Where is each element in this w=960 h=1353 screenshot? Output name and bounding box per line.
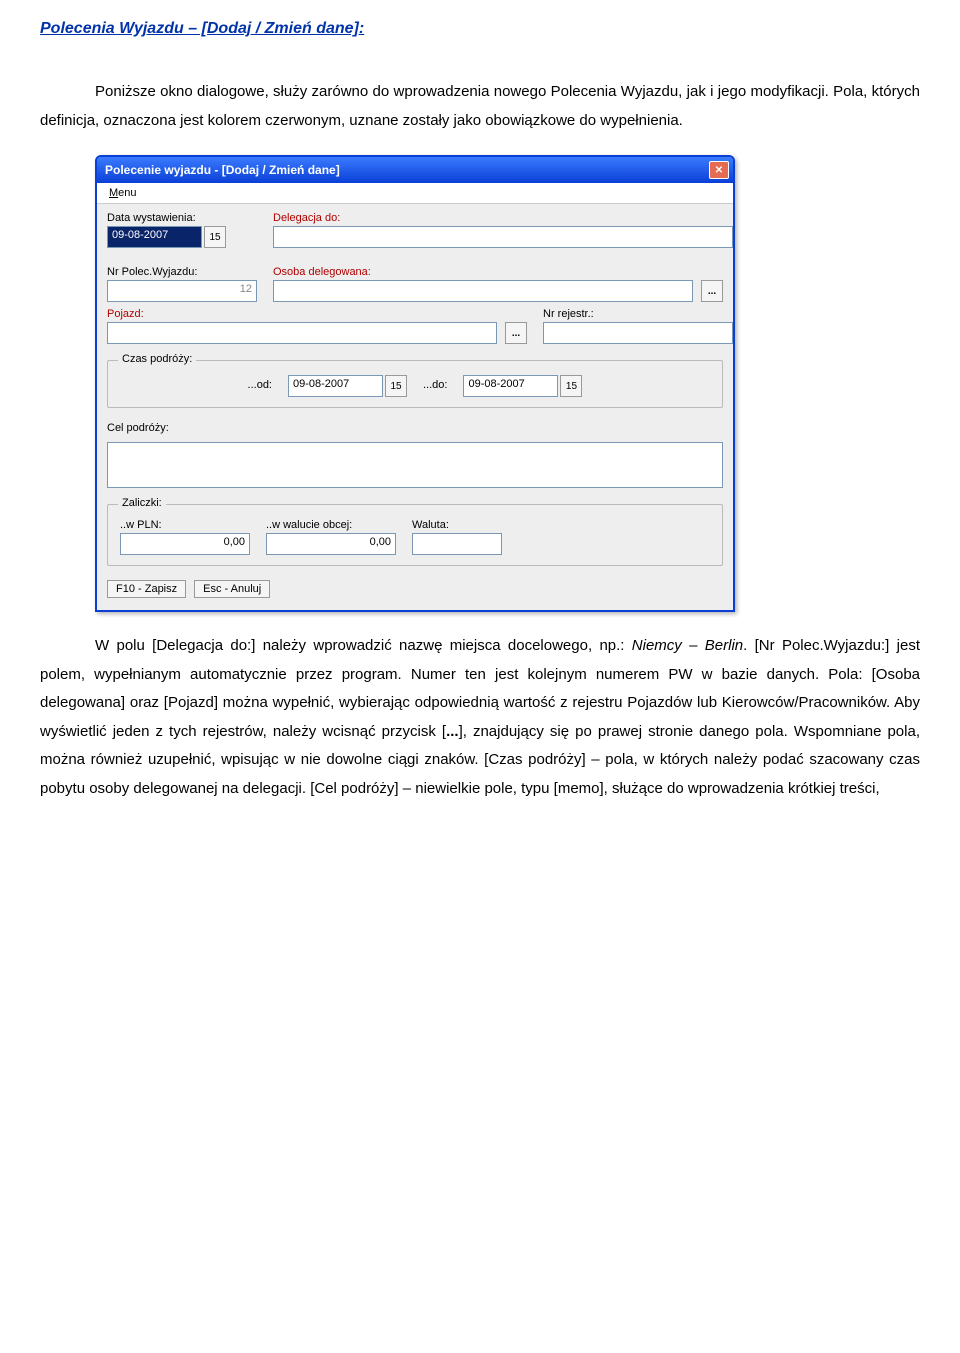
label-osoba-delegowana: Osoba delegowana: [273,266,723,278]
dialog-screenshot: Polecenie wyjazdu - [Dodaj / Zmień dane]… [95,155,735,612]
dialog-window: Polecenie wyjazdu - [Dodaj / Zmień dane]… [95,155,735,612]
row-pojazd-rejestr: Pojazd: ... Nr rejestr.: [107,308,723,344]
waluta-input[interactable] [412,533,502,555]
label-delegacja-do: Delegacja do: [273,212,723,224]
calendar-icon[interactable]: 15 [204,226,226,248]
form-body: Data wystawienia: 09-08-2007 15 Delegacj… [97,204,733,610]
close-icon[interactable]: ✕ [709,161,729,179]
w-pln-input[interactable]: 0,00 [120,533,250,555]
label-pojazd: Pojazd: [107,308,527,320]
row-nr-osoba: Nr Polec.Wyjazdu: 12 Osoba delegowana: .… [107,266,723,302]
label-w-pln: ..w PLN: [120,519,250,531]
menu-item-menu[interactable]: Menu [103,185,143,201]
label-w-walucie: ..w walucie obcej: [266,519,396,531]
example-italic: Niemcy – Berlin [632,637,743,654]
field-cel-podrozy: Cel podróży: [107,422,723,488]
cancel-button[interactable]: Esc - Anuluj [194,580,270,598]
od-date-input[interactable]: 09-08-2007 [288,375,383,397]
delegacja-do-input[interactable] [273,226,733,248]
do-date-input[interactable]: 09-08-2007 [463,375,558,397]
dialog-titlebar: Polecenie wyjazdu - [Dodaj / Zmień dane]… [97,157,733,183]
intro-paragraph: Poniższe okno dialogowe, służy zarówno d… [40,78,920,135]
dots-bold: ... [446,723,459,740]
label-data-wystawienia: Data wystawienia: [107,212,257,224]
row-data-delegacja: Data wystawienia: 09-08-2007 15 Delegacj… [107,212,723,248]
section-heading: Polecenia Wyjazdu – [Dodaj / Zmień dane]… [40,20,920,38]
label-waluta: Waluta: [412,519,502,531]
pojazd-input[interactable] [107,322,497,344]
save-button[interactable]: F10 - Zapisz [107,580,186,598]
pojazd-lookup-button[interactable]: ... [505,322,527,344]
label-do: ...do: [423,379,447,391]
menubar: Menu [97,183,733,204]
label-nr-polec: Nr Polec.Wyjazdu: [107,266,257,278]
nr-rejestr-input[interactable] [543,322,733,344]
group-czas-podrozy: Czas podróży: ...od: 09-08-2007 15 ...do… [107,360,723,408]
legend-zaliczki: Zaliczki: [118,497,166,509]
cel-podrozy-input[interactable] [107,442,723,488]
label-od: ...od: [248,379,272,391]
legend-czas-podrozy: Czas podróży: [118,353,196,365]
osoba-lookup-button[interactable]: ... [701,280,723,302]
dialog-title: Polecenie wyjazdu - [Dodaj / Zmień dane] [105,163,340,177]
w-walucie-input[interactable]: 0,00 [266,533,396,555]
button-row: F10 - Zapisz Esc - Anuluj [107,580,723,598]
calendar-icon[interactable]: 15 [560,375,582,397]
label-nr-rejestr: Nr rejestr.: [543,308,723,320]
calendar-icon[interactable]: 15 [385,375,407,397]
explanation-paragraph: W polu [Delegacja do:] należy wprowadzić… [40,632,920,803]
nr-polec-input[interactable]: 12 [107,280,257,302]
data-wystawienia-input[interactable]: 09-08-2007 [107,226,202,248]
group-zaliczki: Zaliczki: ..w PLN: 0,00 ..w walucie obce… [107,504,723,566]
label-cel-podrozy: Cel podróży: [107,422,723,434]
osoba-delegowana-input[interactable] [273,280,693,302]
